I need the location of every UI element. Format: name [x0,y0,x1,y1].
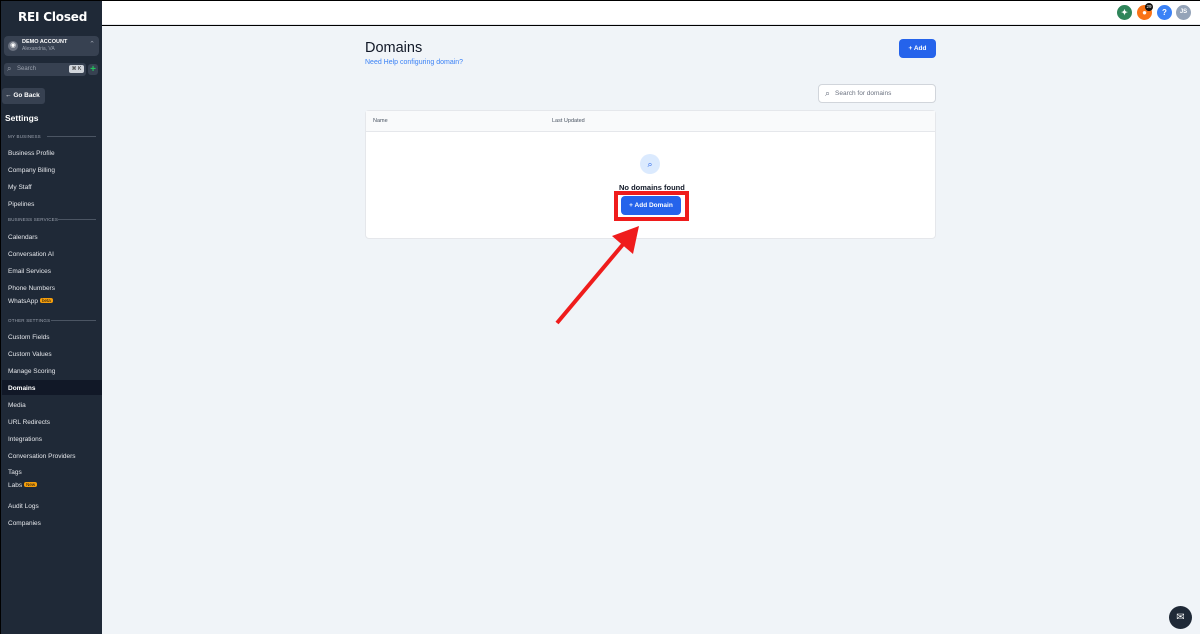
annotation-arrow [555,226,639,325]
chat-widget-icon[interactable]: ✉ [1169,606,1192,629]
arrow-shaft [555,240,627,325]
